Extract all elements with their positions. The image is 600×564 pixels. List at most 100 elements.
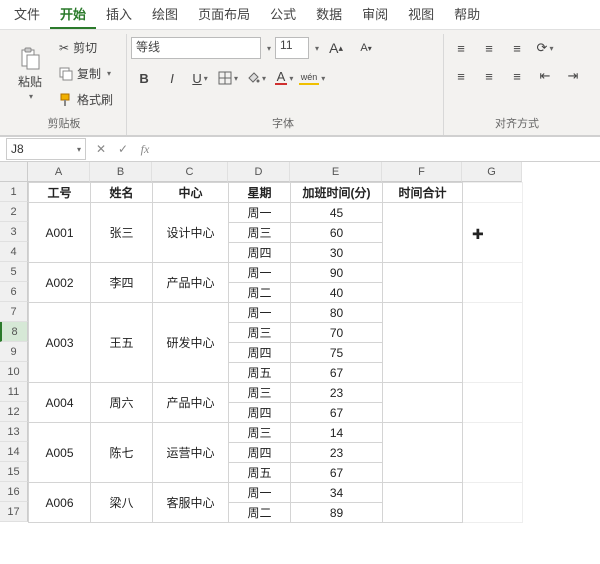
cell-day[interactable]: 周三 [229,423,291,443]
formula-bar[interactable] [156,139,600,159]
copy-button[interactable]: 复制 ▾ [54,62,118,85]
increase-indent-button[interactable]: ⇥ [560,64,586,88]
align-bottom-button[interactable]: ≡ [504,36,530,60]
table-header-cell[interactable]: 时间合计 [383,183,463,203]
cell-name[interactable]: 李四 [91,263,153,303]
menu-绘图[interactable]: 绘图 [142,1,188,29]
cell-day[interactable]: 周三 [229,223,291,243]
chevron-down-icon[interactable]: ▾ [315,44,319,53]
cell-day[interactable]: 周四 [229,343,291,363]
cell-day[interactable]: 周二 [229,503,291,523]
column-header[interactable]: E [290,162,382,182]
increase-font-button[interactable]: A▴ [323,36,349,60]
cell-name[interactable]: 梁八 [91,483,153,523]
data-grid[interactable]: 工号姓名中心星期加班时间(分)时间合计A001张三设计中心周一45周三60周四3… [28,182,523,523]
row-header[interactable]: 2 [0,202,28,222]
cell-overtime[interactable]: 23 [291,383,383,403]
row-header[interactable]: 14 [0,442,28,462]
column-header[interactable]: F [382,162,462,182]
cell-day[interactable]: 周一 [229,303,291,323]
cancel-entry-button[interactable]: ✕ [90,142,112,156]
column-header[interactable]: C [152,162,228,182]
cell-day[interactable]: 周四 [229,403,291,423]
cell-overtime[interactable]: 40 [291,283,383,303]
cell-empty[interactable] [463,203,523,263]
table-header-cell[interactable] [463,183,523,203]
cell-overtime[interactable]: 14 [291,423,383,443]
select-all-corner[interactable] [0,162,28,182]
cell-center[interactable]: 设计中心 [153,203,229,263]
cell-day[interactable]: 周一 [229,483,291,503]
insert-function-button[interactable]: fx [134,142,156,157]
row-header[interactable]: 11 [0,382,28,402]
underline-button[interactable]: U▾ [187,66,213,90]
cell-center[interactable]: 产品中心 [153,263,229,303]
fill-color-button[interactable]: ▾ [243,66,269,90]
confirm-entry-button[interactable]: ✓ [112,142,134,156]
cell-overtime[interactable]: 30 [291,243,383,263]
cell-empty[interactable] [463,303,523,383]
format-painter-button[interactable]: 格式刷 [54,88,118,111]
align-center-button[interactable]: ≡ [476,64,502,88]
cell-id[interactable]: A004 [29,383,91,423]
cell-day[interactable]: 周一 [229,203,291,223]
cell-overtime[interactable]: 67 [291,403,383,423]
menu-开始[interactable]: 开始 [50,1,96,29]
menu-审阅[interactable]: 审阅 [352,1,398,29]
menu-数据[interactable]: 数据 [306,1,352,29]
phonetic-button[interactable]: wén▾ [299,66,325,90]
menu-视图[interactable]: 视图 [398,1,444,29]
table-row[interactable]: A004周六产品中心周三23 [29,383,523,403]
column-header[interactable]: D [228,162,290,182]
cell-day[interactable]: 周五 [229,463,291,483]
align-top-button[interactable]: ≡ [448,36,474,60]
menu-帮助[interactable]: 帮助 [444,1,490,29]
row-header[interactable]: 17 [0,502,28,522]
table-row[interactable]: A002李四产品中心周一90 [29,263,523,283]
bold-button[interactable]: B [131,66,157,90]
cell-id[interactable]: A005 [29,423,91,483]
cell-id[interactable]: A006 [29,483,91,523]
cell-empty[interactable] [463,383,523,423]
row-header[interactable]: 9 [0,342,28,362]
cell-empty[interactable] [463,483,523,523]
cell-sum[interactable] [383,483,463,523]
italic-button[interactable]: I [159,66,185,90]
chevron-down-icon[interactable]: ▾ [267,44,271,53]
align-middle-button[interactable]: ≡ [476,36,502,60]
cut-button[interactable]: ✂ 剪切 [54,36,118,59]
cell-sum[interactable] [383,203,463,263]
menu-文件[interactable]: 文件 [4,1,50,29]
cell-day[interactable]: 周四 [229,443,291,463]
table-header-cell[interactable]: 星期 [229,183,291,203]
row-header[interactable]: 8 [0,322,28,342]
cell-center[interactable]: 研发中心 [153,303,229,383]
menu-插入[interactable]: 插入 [96,1,142,29]
cell-day[interactable]: 周四 [229,243,291,263]
orientation-button[interactable]: ⟳▾ [532,36,558,60]
font-name-select[interactable]: 等线 [131,37,261,59]
align-left-button[interactable]: ≡ [448,64,474,88]
font-color-button[interactable]: A▾ [271,66,297,90]
menu-公式[interactable]: 公式 [260,1,306,29]
cell-overtime[interactable]: 75 [291,343,383,363]
cell-id[interactable]: A002 [29,263,91,303]
table-header-cell[interactable]: 中心 [153,183,229,203]
cell-day[interactable]: 周二 [229,283,291,303]
cell-center[interactable]: 客服中心 [153,483,229,523]
decrease-indent-button[interactable]: ⇤ [532,64,558,88]
cell-center[interactable]: 运营中心 [153,423,229,483]
cell-id[interactable]: A001 [29,203,91,263]
paste-button[interactable]: 粘贴 ▾ [10,36,50,112]
cell-empty[interactable] [463,263,523,303]
row-header[interactable]: 1 [0,182,28,202]
row-header[interactable]: 3 [0,222,28,242]
cell-day[interactable]: 周三 [229,323,291,343]
decrease-font-button[interactable]: A▾ [353,36,379,60]
cell-name[interactable]: 王五 [91,303,153,383]
cell-sum[interactable] [383,263,463,303]
row-header[interactable]: 16 [0,482,28,502]
cell-overtime[interactable]: 80 [291,303,383,323]
cell-overtime[interactable]: 89 [291,503,383,523]
row-header[interactable]: 6 [0,282,28,302]
